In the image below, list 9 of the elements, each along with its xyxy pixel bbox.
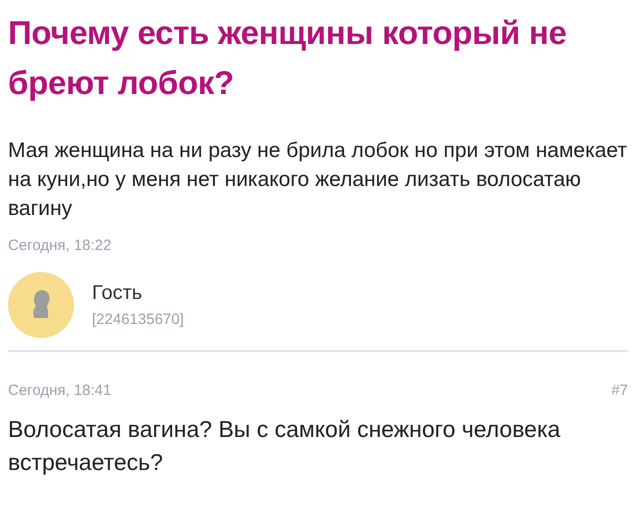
answer-number: #7 (611, 382, 628, 399)
avatar-icon (8, 272, 74, 338)
post-time: Сегодня, 18:22 (8, 237, 112, 254)
answer-text: Волосатая вагина? Вы с самкой снежного человека встречаетесь? (8, 415, 562, 477)
question-text: Мая женщина на ни разу не брила лобок но при этом намекает на куни,но у меня нет никакого желание лизать волосатаю вагину (8, 138, 628, 222)
answer-time: Сегодня, 18:41 (8, 382, 112, 399)
author-name[interactable]: Гость (92, 282, 184, 305)
author-id: [2246135670] (92, 311, 184, 328)
question-title: Почему есть женщины который не бреют лобок? (8, 13, 568, 103)
